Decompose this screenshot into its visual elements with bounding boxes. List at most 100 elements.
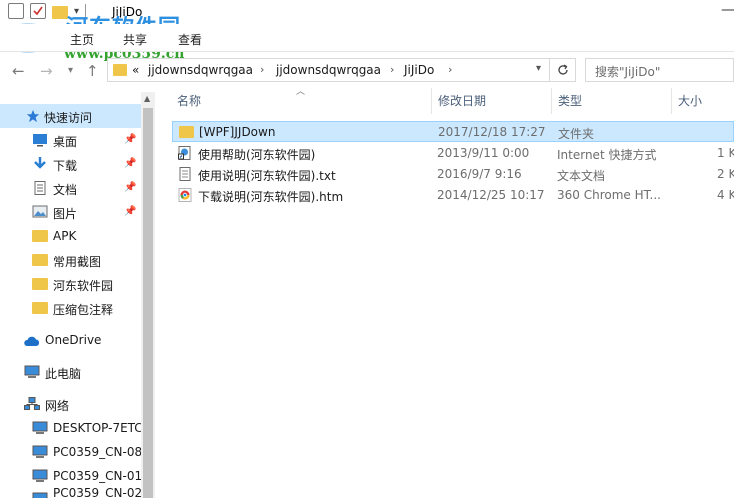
nav-label: 常用截图 bbox=[53, 255, 102, 269]
nav-onedrive[interactable]: OneDrive bbox=[0, 328, 141, 352]
tab-view[interactable]: 查看 bbox=[178, 31, 202, 48]
file-row[interactable]: [WPF]JJDown 2017/12/18 17:27 文件夹 bbox=[172, 121, 734, 142]
file-name: 使用说明(河东软件园).txt bbox=[198, 169, 336, 183]
file-size: 1 K bbox=[717, 146, 734, 160]
network-icon bbox=[24, 397, 40, 410]
nav-this-pc[interactable]: 此电脑 bbox=[0, 360, 141, 384]
forward-arrow-icon[interactable]: → bbox=[40, 62, 53, 80]
file-name: 使用帮助(河东软件园) bbox=[198, 148, 316, 162]
document-icon bbox=[34, 181, 46, 195]
breadcrumb-chevron-icon[interactable]: › bbox=[390, 63, 394, 76]
address-overflow-button[interactable]: « bbox=[132, 63, 139, 77]
scroll-up-icon[interactable]: ▲ bbox=[144, 94, 150, 103]
file-modified: 2016/9/7 9:16 bbox=[437, 167, 522, 181]
file-modified: 2013/9/11 0:00 bbox=[437, 146, 530, 160]
search-placeholder: 搜索"JiJiDo" bbox=[595, 65, 661, 79]
file-modified: 2017/12/18 17:27 bbox=[438, 125, 546, 139]
folder-icon bbox=[32, 302, 48, 314]
chrome-html-icon bbox=[178, 188, 192, 202]
nav-item-downloads[interactable]: 下载 📌 bbox=[0, 152, 141, 176]
download-icon bbox=[34, 157, 46, 169]
breadcrumb-chevron-icon[interactable]: › bbox=[260, 63, 264, 76]
refresh-icon bbox=[557, 64, 568, 75]
scrollbar-thumb[interactable] bbox=[143, 108, 153, 498]
breadcrumb-chevron-icon[interactable]: › bbox=[448, 63, 452, 76]
search-input[interactable]: 搜索"JiJiDo" bbox=[585, 58, 734, 82]
nav-label: 文档 bbox=[53, 183, 78, 197]
breadcrumb-segment-3[interactable]: JiJiDo bbox=[404, 63, 434, 77]
tab-home[interactable]: 主页 bbox=[70, 31, 94, 48]
ribbon-tabs: 主页 共享 查看 bbox=[0, 24, 734, 52]
nav-item-hedong[interactable]: 河东软件园 bbox=[0, 272, 141, 296]
file-row[interactable]: 使用说明(河东软件园).txt 2016/9/7 9:16 文本文档 2 K bbox=[172, 164, 734, 185]
desktop-icon bbox=[33, 134, 47, 147]
refresh-button[interactable] bbox=[550, 58, 576, 82]
minimize-button[interactable]: — bbox=[720, 2, 734, 18]
nav-label: PC0359_CN-08 bbox=[53, 445, 143, 459]
nav-label: 桌面 bbox=[53, 135, 78, 149]
folder-icon bbox=[32, 230, 48, 242]
nav-item-documents[interactable]: 文档 📌 bbox=[0, 176, 141, 200]
computer-icon bbox=[32, 469, 48, 482]
nav-label: OneDrive bbox=[45, 333, 102, 347]
column-divider[interactable] bbox=[551, 88, 552, 114]
nav-network-computer[interactable]: PC0359_CN-01 bbox=[0, 464, 143, 488]
file-type: 文件夹 bbox=[558, 127, 595, 141]
pin-icon[interactable]: 📌 bbox=[124, 206, 136, 217]
pin-icon[interactable]: 📌 bbox=[124, 182, 136, 193]
nav-label: 下载 bbox=[53, 159, 78, 173]
folder-icon bbox=[32, 278, 48, 290]
up-arrow-icon[interactable]: ↑ bbox=[86, 62, 99, 80]
folder-icon bbox=[179, 126, 194, 138]
nav-item-pictures[interactable]: 图片 📌 bbox=[0, 200, 141, 224]
file-row[interactable]: 使用帮助(河东软件园) 2013/9/11 0:00 Internet 快捷方式… bbox=[172, 143, 734, 164]
file-row[interactable]: 下载说明(河东软件园).htm 2014/12/25 10:17 360 Chr… bbox=[172, 185, 734, 206]
onedrive-cloud-icon bbox=[24, 336, 40, 346]
column-divider[interactable] bbox=[431, 88, 432, 114]
file-name: 下载说明(河东软件园).htm bbox=[198, 190, 344, 204]
column-header-modified[interactable]: 修改日期 bbox=[438, 92, 486, 114]
file-size: 4 K bbox=[717, 188, 734, 202]
nav-network-computer[interactable]: PC0359_CN-02 bbox=[0, 488, 141, 498]
tab-share[interactable]: 共享 bbox=[123, 31, 147, 48]
file-type: 360 Chrome HT... bbox=[557, 188, 661, 202]
folder-icon bbox=[32, 254, 48, 266]
address-dropdown-icon[interactable]: ▾ bbox=[536, 63, 541, 74]
computer-icon bbox=[24, 365, 40, 378]
computer-icon bbox=[32, 445, 48, 458]
nav-network-computer[interactable]: PC0359_CN-08 bbox=[0, 440, 143, 464]
pin-icon[interactable]: 📌 bbox=[124, 134, 136, 145]
address-bar[interactable]: « jjdownsdqwrqgaa › jjdownsdqwrqgaa › Ji… bbox=[107, 58, 550, 82]
nav-item-screenshots[interactable]: 常用截图 bbox=[0, 248, 141, 272]
back-arrow-icon[interactable]: ← bbox=[12, 62, 25, 80]
nav-label: 图片 bbox=[53, 207, 78, 221]
file-modified: 2014/12/25 10:17 bbox=[437, 188, 545, 202]
address-folder-icon bbox=[113, 64, 127, 76]
breadcrumb-segment-2[interactable]: jjdownsdqwrqgaa bbox=[276, 63, 381, 77]
sort-ascending-icon: ︿ bbox=[296, 87, 306, 97]
navigation-pane: 快速访问 桌面 📌 下载 📌 文档 📌 图片 📌 APK 常用截图 河东软件园 … bbox=[0, 92, 155, 498]
column-header-size[interactable]: 大小 bbox=[678, 92, 702, 114]
recent-locations-icon[interactable]: ▾ bbox=[68, 65, 73, 76]
star-icon bbox=[26, 109, 40, 123]
breadcrumb-segment-1[interactable]: jjdownsdqwrqgaa bbox=[148, 63, 253, 77]
nav-network[interactable]: 网络 bbox=[0, 392, 141, 416]
nav-quick-access[interactable]: 快速访问 bbox=[0, 104, 141, 128]
file-name: [WPF]JJDown bbox=[199, 125, 276, 139]
nav-item-archive-notes[interactable]: 压缩包注释 bbox=[0, 296, 141, 320]
pin-icon[interactable]: 📌 bbox=[124, 158, 136, 169]
column-divider[interactable] bbox=[671, 88, 672, 114]
column-header-name[interactable]: 名称 bbox=[177, 92, 201, 114]
file-type: 文本文档 bbox=[557, 169, 606, 183]
nav-label: DESKTOP-7ETC bbox=[53, 421, 143, 435]
nav-label: PC0359_CN-01 bbox=[53, 469, 143, 483]
nav-label: 河东软件园 bbox=[53, 279, 114, 293]
nav-network-computer[interactable]: DESKTOP-7ETC bbox=[0, 416, 143, 440]
computer-icon bbox=[32, 421, 48, 434]
nav-item-apk[interactable]: APK bbox=[0, 224, 141, 248]
address-row: ← → ▾ ↑ « jjdownsdqwrqgaa › jjdownsdqwrq… bbox=[0, 56, 734, 84]
computer-icon bbox=[32, 492, 48, 498]
column-header-type[interactable]: 类型 bbox=[558, 92, 582, 114]
nav-item-desktop[interactable]: 桌面 📌 bbox=[0, 128, 141, 152]
nav-scrollbar[interactable]: ▲ bbox=[141, 92, 155, 498]
